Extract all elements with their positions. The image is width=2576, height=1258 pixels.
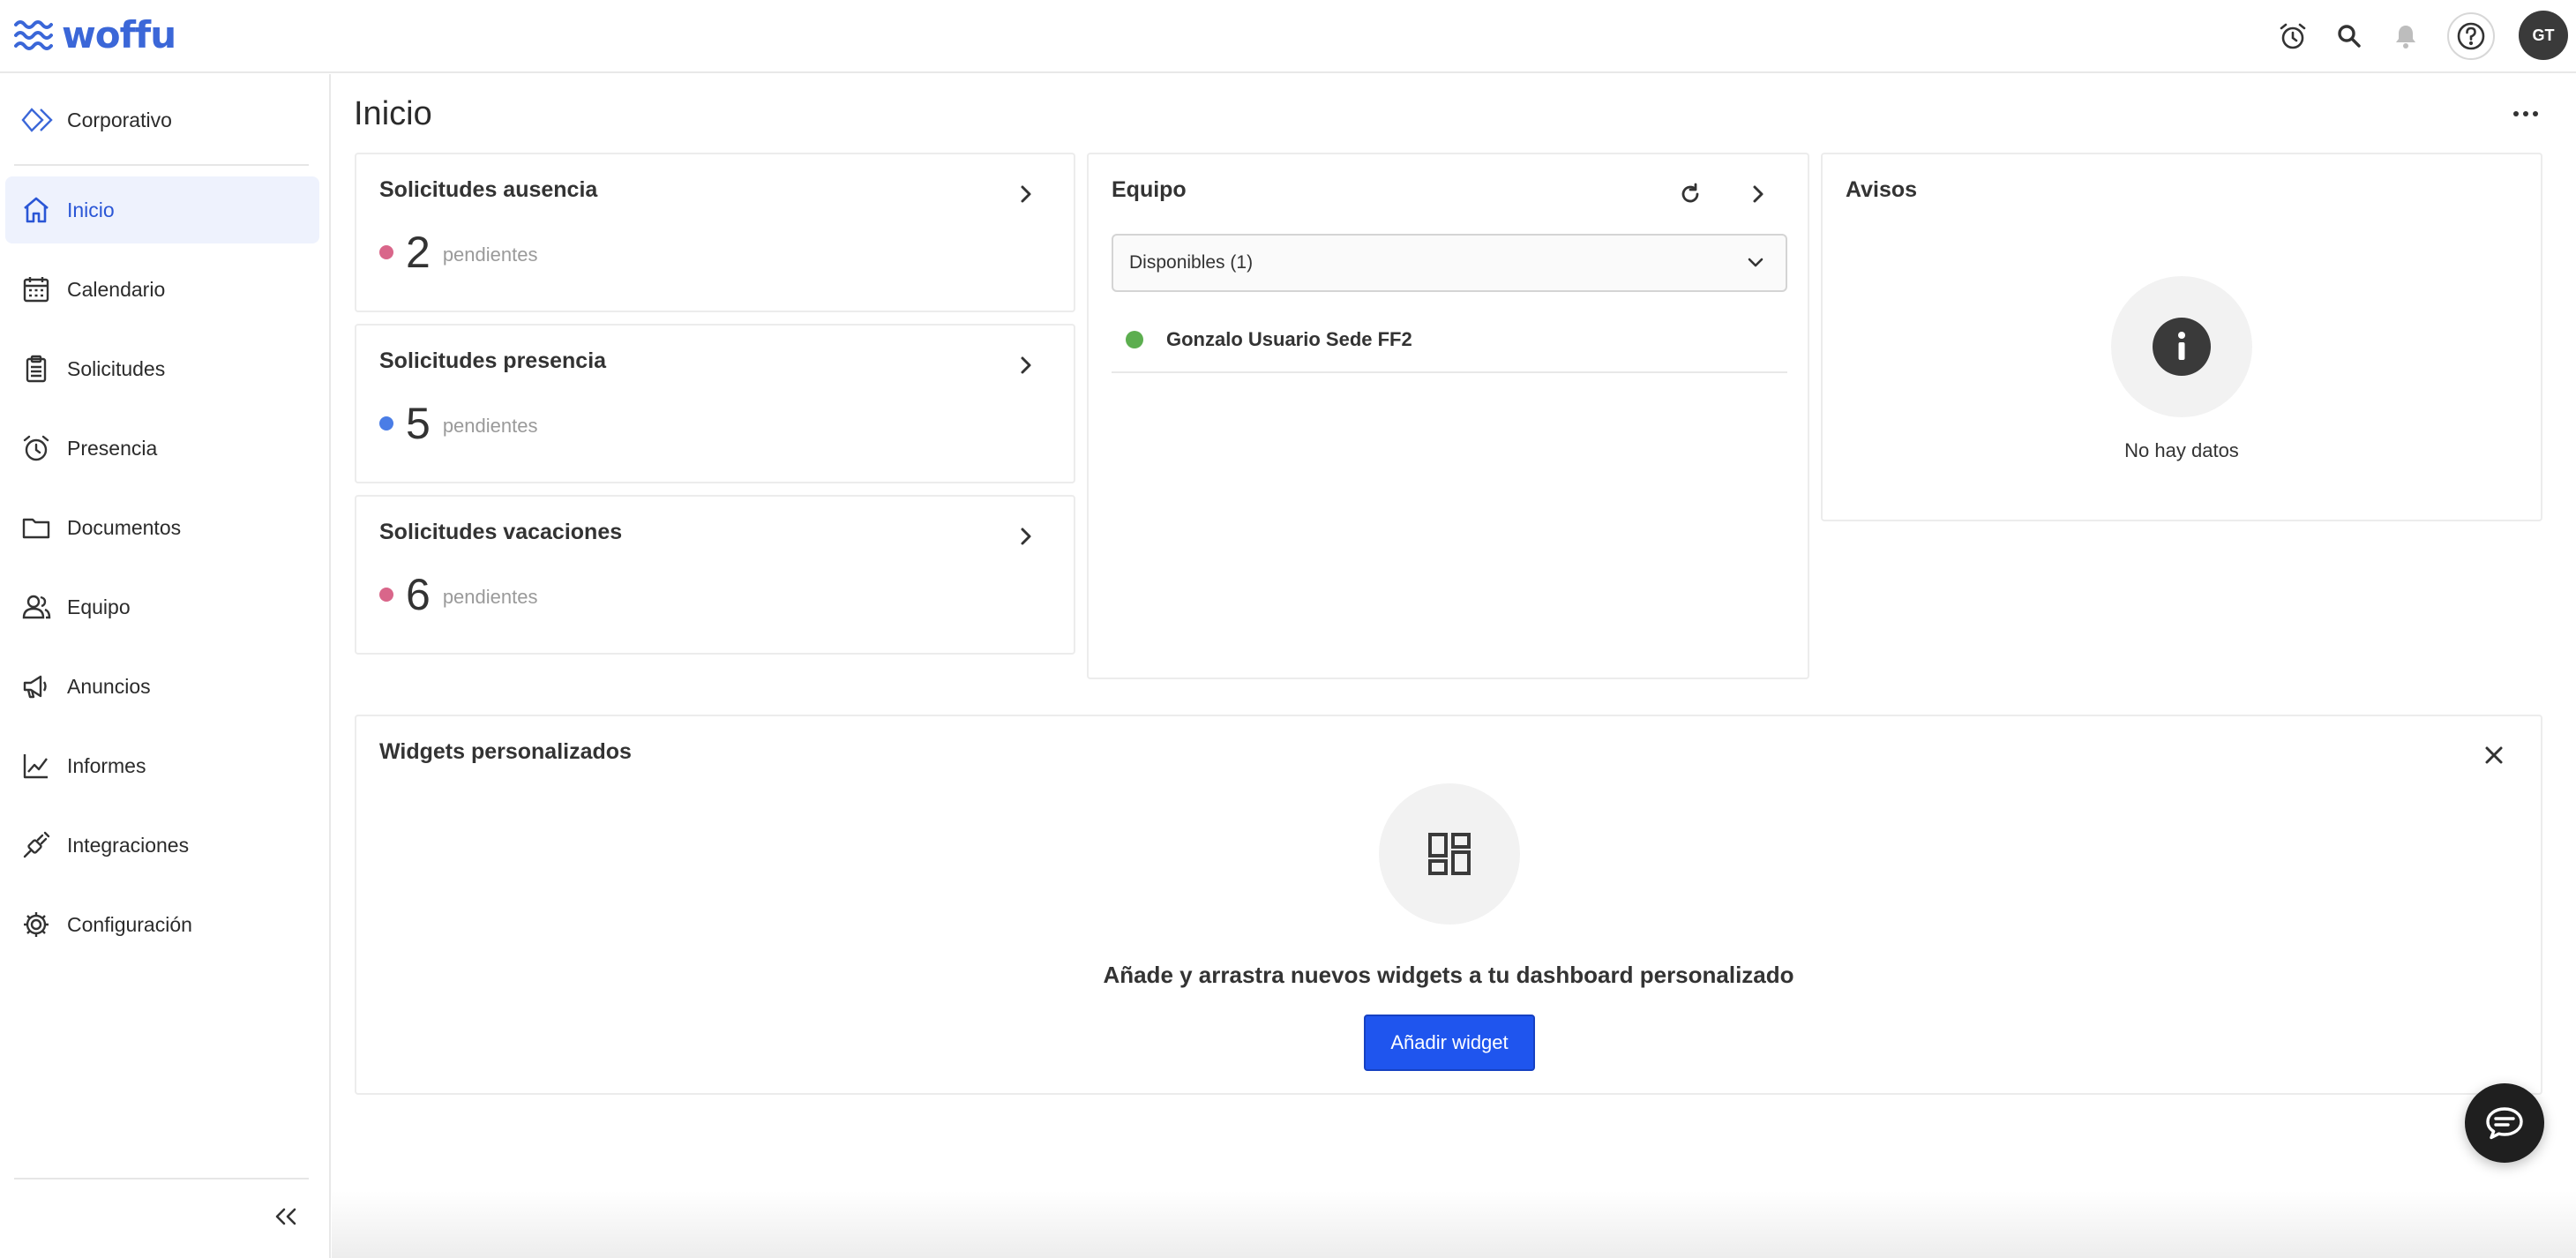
bell-icon[interactable] (2385, 16, 2426, 56)
alarm-clock-icon[interactable] (2273, 16, 2313, 56)
empty-state-text: Añade y arrastra nuevos widgets a tu das… (1103, 962, 1794, 988)
empty-state-circle (1379, 783, 1520, 925)
info-icon (2153, 318, 2211, 376)
chevron-down-icon (1748, 258, 1764, 267)
gear-icon (24, 912, 49, 937)
double-chevron-left-icon (275, 1208, 296, 1225)
chevron-right-icon[interactable] (1011, 350, 1041, 380)
member-name: Gonzalo Usuario Sede FF2 (1166, 328, 1412, 350)
select-value: Disponibles (1) (1129, 252, 1254, 273)
divider (14, 1178, 309, 1179)
count-label: pendientes (442, 243, 538, 266)
sidebar-item-configuracion[interactable]: Configuración (5, 891, 319, 958)
sidebar-item-documentos[interactable]: Documentos (5, 494, 319, 561)
refresh-icon[interactable] (1675, 179, 1705, 209)
sidebar-item-label: Equipo (67, 595, 131, 618)
card-title: Avisos (1846, 177, 1918, 202)
request-card-presencia[interactable]: Solicitudes presencia 5 pendientes (355, 324, 1075, 483)
chart-line-icon (23, 754, 48, 779)
pending-count: 5 pendientes (379, 398, 537, 449)
status-dot (379, 588, 393, 602)
sidebar-item-label: Integraciones (67, 833, 190, 857)
sidebar: Corporativo Inicio Calendario Solicitude… (0, 74, 331, 1258)
collapse-sidebar-button[interactable] (268, 1202, 303, 1232)
dot-icon (2533, 111, 2538, 116)
close-icon[interactable] (2476, 738, 2512, 773)
status-dot (379, 245, 393, 259)
team-member-row[interactable]: Gonzalo Usuario Sede FF2 (1112, 308, 1787, 373)
pending-count: 6 pendientes (379, 569, 537, 620)
sidebar-item-integraciones[interactable]: Integraciones (5, 812, 319, 879)
sidebar-item-inicio[interactable]: Inicio (5, 176, 319, 243)
count-label: pendientes (442, 415, 538, 437)
sidebar-item-label: Presencia (67, 436, 158, 460)
sidebar-item-corporativo[interactable]: Corporativo (21, 101, 172, 139)
chat-bubble-icon (2486, 1107, 2523, 1140)
search-icon[interactable] (2329, 16, 2370, 56)
card-title: Equipo (1112, 177, 1187, 202)
chevron-right-icon[interactable] (1011, 179, 1041, 209)
calendar-icon (23, 277, 49, 303)
megaphone-icon (23, 675, 47, 699)
home-icon (24, 197, 49, 223)
card-title: Solicitudes ausencia (379, 177, 598, 202)
divider (14, 164, 309, 166)
plug-icon (23, 831, 50, 858)
empty-state-circle (2111, 276, 2252, 417)
status-dot (379, 416, 393, 431)
sidebar-item-solicitudes[interactable]: Solicitudes (5, 335, 319, 402)
chat-button[interactable] (2465, 1083, 2544, 1163)
count-value: 2 (406, 228, 431, 277)
card-title: Solicitudes vacaciones (379, 520, 623, 544)
team-card: Equipo Disponibles (1) Gonzalo Usuario S… (1087, 153, 1809, 679)
status-dot (1126, 331, 1143, 348)
dot-icon (2523, 111, 2528, 116)
wave-logo-icon (14, 20, 53, 50)
request-card-vacaciones[interactable]: Solicitudes vacaciones 6 pendientes (355, 495, 1075, 655)
availability-filter-select[interactable]: Disponibles (1) (1112, 234, 1787, 292)
more-options-button[interactable] (2504, 99, 2548, 129)
sidebar-item-equipo[interactable]: Equipo (5, 573, 319, 640)
sidebar-item-label: Informes (67, 753, 146, 777)
card-title: Widgets personalizados (379, 739, 632, 764)
card-title: Solicitudes presencia (379, 348, 607, 373)
woffu-logo[interactable]: woffu (14, 12, 176, 58)
sidebar-item-label: Configuración (67, 912, 192, 936)
bottom-fade (332, 1191, 2576, 1258)
sidebar-item-anuncios[interactable]: Anuncios (5, 653, 319, 720)
sidebar-item-label: Corporativo (67, 108, 172, 131)
diamond-icon (21, 108, 53, 132)
page-title: Inicio (354, 95, 432, 132)
sidebar-item-label: Solicitudes (67, 356, 166, 380)
chevron-right-icon[interactable] (1743, 179, 1773, 209)
request-card-ausencia[interactable]: Solicitudes ausencia 2 pendientes (355, 153, 1075, 312)
custom-widgets-card: Widgets personalizados Añade y arrastra … (355, 715, 2542, 1095)
alarm-clock-icon (23, 435, 49, 461)
top-bar: woffu GT (0, 0, 2576, 73)
dot-icon (2513, 111, 2519, 116)
pending-count: 2 pendientes (379, 227, 537, 278)
sidebar-item-label: Documentos (67, 515, 182, 539)
folder-icon (22, 518, 50, 539)
sidebar-item-informes[interactable]: Informes (5, 732, 319, 799)
sidebar-item-label: Anuncios (67, 674, 151, 698)
count-value: 6 (406, 570, 431, 619)
dashboard-icon (1428, 833, 1471, 875)
notices-card: Avisos No hay datos (1821, 153, 2542, 521)
sidebar-item-calendario[interactable]: Calendario (5, 256, 319, 323)
help-icon[interactable] (2447, 12, 2495, 60)
count-value: 5 (406, 399, 431, 448)
empty-state-text: No hay datos (2124, 439, 2239, 461)
sidebar-item-presencia[interactable]: Presencia (5, 415, 319, 482)
clipboard-icon (26, 355, 47, 383)
count-label: pendientes (442, 586, 538, 608)
logo-text: woffu (62, 13, 176, 56)
sidebar-item-label: Inicio (67, 198, 115, 221)
team-icon (22, 595, 51, 619)
sidebar-item-label: Calendario (67, 277, 166, 301)
avatar[interactable]: GT (2519, 11, 2568, 60)
add-widget-button[interactable]: Añadir widget (1364, 1015, 1535, 1071)
chevron-right-icon[interactable] (1011, 521, 1041, 551)
